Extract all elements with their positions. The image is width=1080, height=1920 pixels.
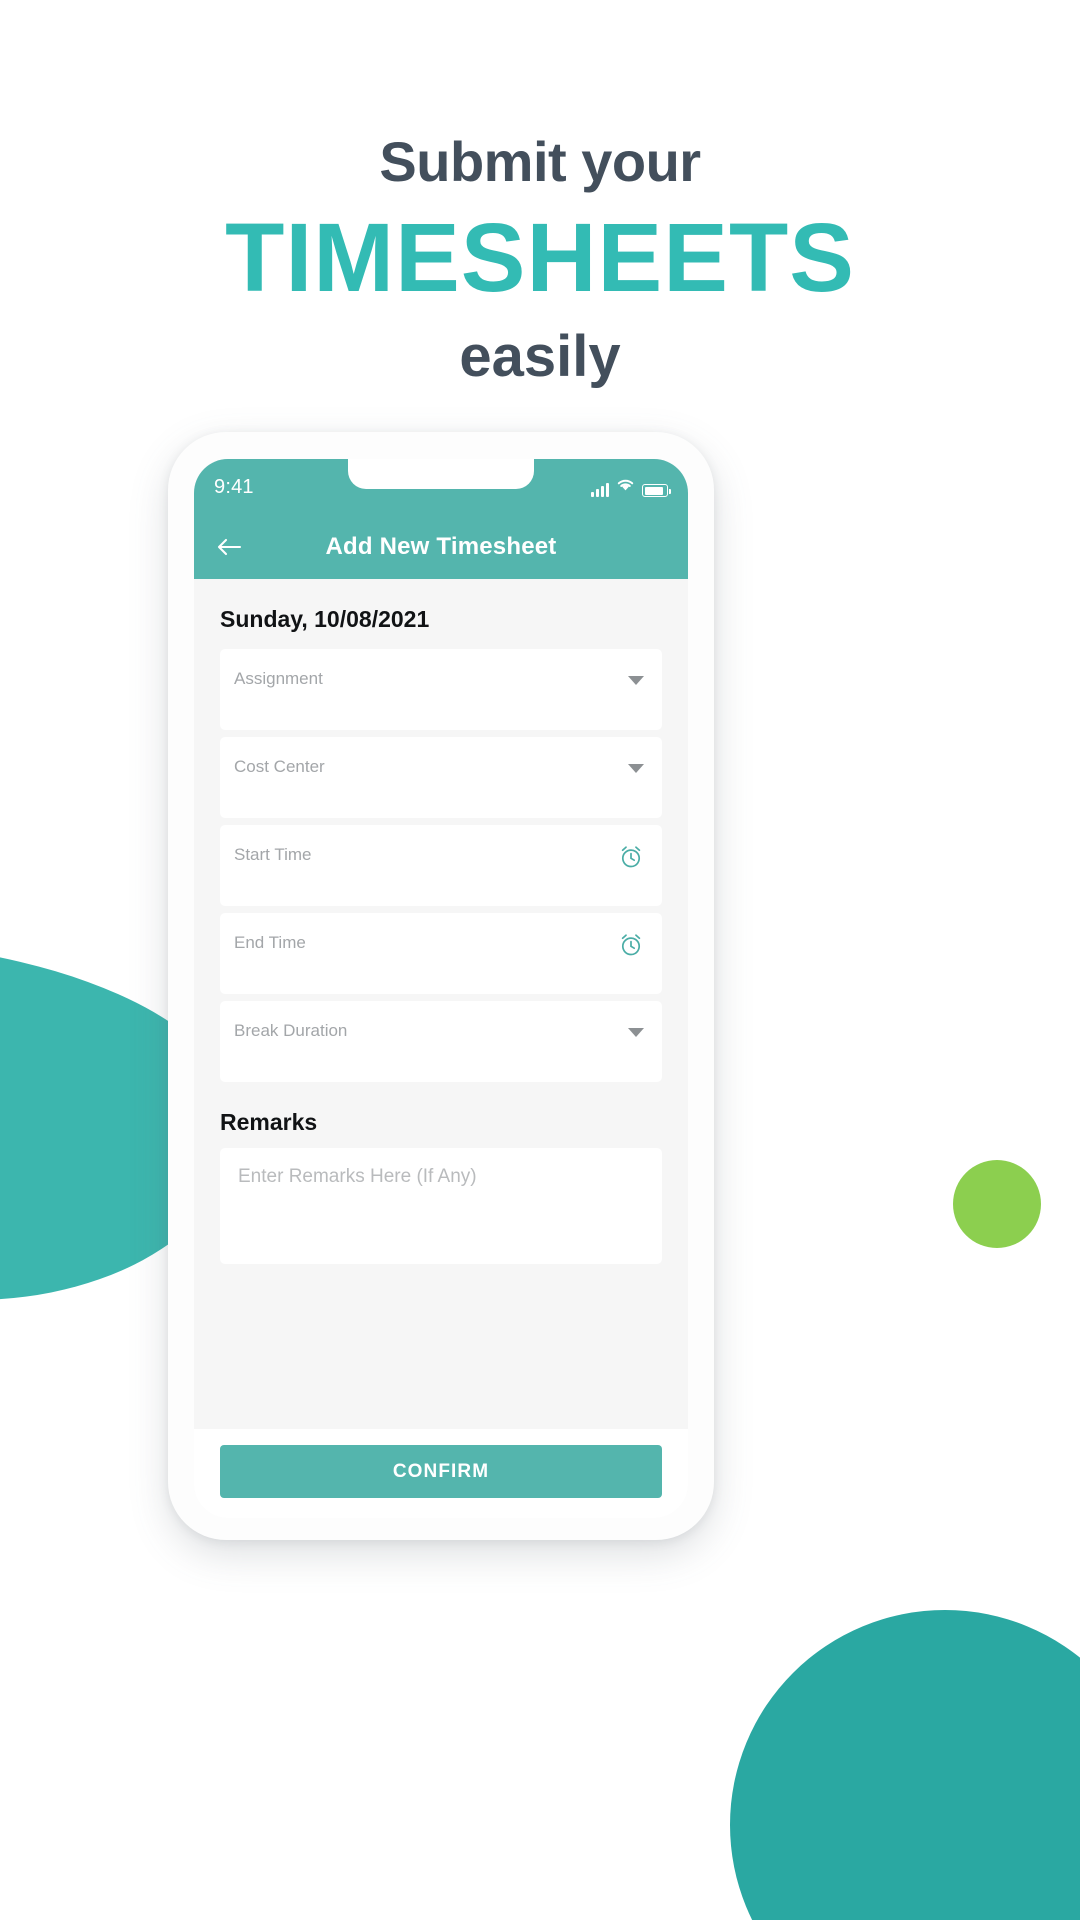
field-start-time[interactable]: Start Time — [220, 825, 662, 906]
headline-line-2: TIMESHEETS — [225, 203, 855, 313]
wifi-icon — [616, 477, 635, 497]
back-arrow-icon[interactable] — [214, 532, 244, 562]
decorative-blob-bottom-right — [730, 1610, 1080, 1920]
signal-bars-icon — [591, 482, 609, 497]
alarm-clock-icon[interactable] — [618, 932, 644, 958]
phone-screen: 9:41 Add New Timesheet Sunday, 10/08/202… — [194, 459, 688, 1518]
field-assignment[interactable]: Assignment — [220, 649, 662, 730]
form-scroll-area: Sunday, 10/08/2021 Assignment Cost Cente… — [194, 579, 688, 1429]
app-bar: Add New Timesheet — [194, 515, 688, 579]
page-title: Add New Timesheet — [325, 533, 557, 560]
form-spacer — [194, 1264, 688, 1429]
field-end-time[interactable]: End Time — [220, 913, 662, 994]
promo-screenshot: Submit your TIMESHEETS easily 9:41 Add N… — [0, 0, 1080, 1920]
field-end-time-label: End Time — [234, 932, 306, 952]
chevron-down-icon — [628, 764, 644, 773]
headline-line-1: Submit your — [379, 130, 701, 193]
remarks-heading: Remarks — [220, 1109, 318, 1135]
field-start-time-label: Start Time — [234, 844, 312, 864]
alarm-clock-icon[interactable] — [618, 844, 644, 870]
field-assignment-label: Assignment — [234, 668, 323, 688]
remarks-placeholder: Enter Remarks Here (If Any) — [238, 1166, 477, 1187]
headline-line-3: easily — [459, 323, 621, 389]
confirm-button[interactable]: CONFIRM — [220, 1445, 662, 1498]
status-bar-icons — [591, 477, 671, 497]
field-cost-center-label: Cost Center — [234, 756, 325, 776]
phone-mockup: 9:41 Add New Timesheet Sunday, 10/08/202… — [168, 432, 714, 1540]
chevron-down-icon — [628, 1028, 644, 1037]
field-cost-center[interactable]: Cost Center — [220, 737, 662, 818]
status-bar-time: 9:41 — [214, 475, 254, 498]
status-bar: 9:41 — [194, 459, 688, 515]
field-break-duration[interactable]: Break Duration — [220, 1001, 662, 1082]
decorative-green-dot — [953, 1160, 1041, 1248]
battery-icon — [642, 484, 671, 497]
remarks-input[interactable]: Enter Remarks Here (If Any) — [220, 1148, 662, 1264]
footer-bar: CONFIRM — [194, 1429, 688, 1518]
chevron-down-icon — [628, 676, 644, 685]
date-heading: Sunday, 10/08/2021 — [220, 606, 430, 632]
phone-notch — [348, 459, 534, 489]
promo-headline: Submit your TIMESHEETS easily — [0, 130, 1080, 391]
field-break-duration-label: Break Duration — [234, 1020, 348, 1040]
